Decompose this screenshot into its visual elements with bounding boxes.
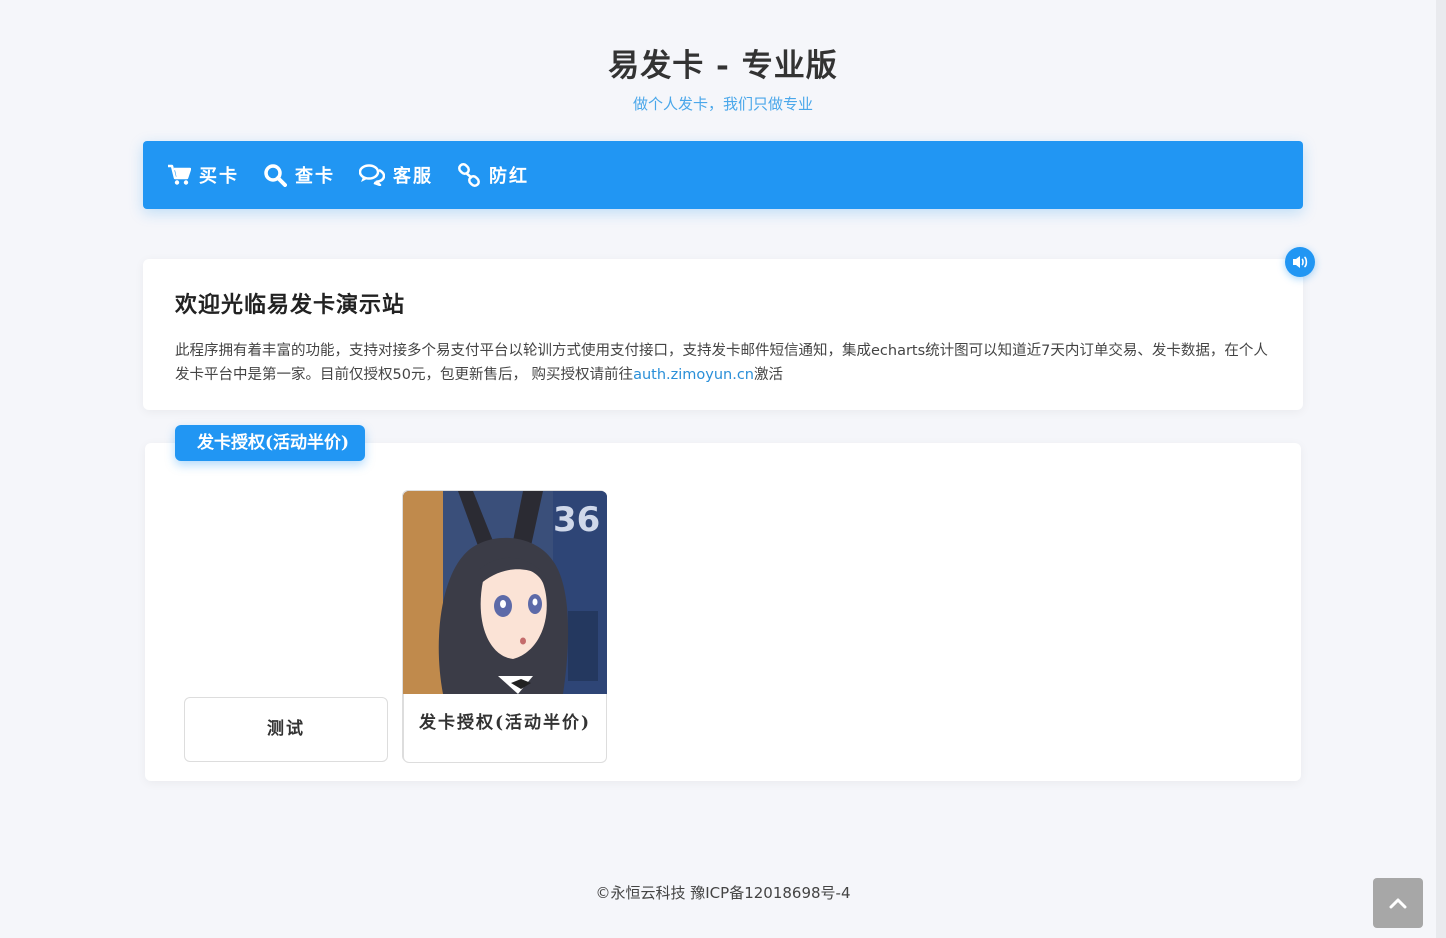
cart-icon xyxy=(168,164,191,185)
back-to-top-button[interactable] xyxy=(1373,878,1423,928)
notice-body: 此程序拥有着丰富的功能，支持对接多个易支付平台以轮训方式使用支付接口，支持发卡邮… xyxy=(175,339,1271,387)
link-icon xyxy=(458,163,480,187)
nav-anti-red-label: 防红 xyxy=(489,166,529,187)
nav-buy-label: 买卡 xyxy=(199,166,239,187)
nav-query-label: 查卡 xyxy=(295,166,335,187)
product-card-label[interactable]: 测试 xyxy=(184,697,388,762)
product-card[interactable]: 测试 xyxy=(184,490,388,762)
nav-support-label: 客服 xyxy=(393,166,433,187)
search-icon xyxy=(264,164,287,187)
site-subtitle: 做个人发卡，我们只做专业 xyxy=(632,95,813,113)
svg-text:36: 36 xyxy=(553,500,600,540)
nav-buy-card[interactable]: 买卡 xyxy=(167,162,239,188)
site-title: 易发卡 - 专业版 xyxy=(608,48,838,84)
main-navbar: 买卡 查卡 客服 防红 xyxy=(143,141,1303,209)
nav-query-card[interactable]: 查卡 xyxy=(263,162,335,188)
footer-copyright: ©永恒云科技 豫ICP备12018698号-4 xyxy=(595,884,851,902)
chevron-up-icon xyxy=(1389,898,1407,909)
music-toggle-button[interactable] xyxy=(1285,247,1315,277)
speaker-icon xyxy=(1293,256,1308,268)
welcome-notice: 欢迎光临易发卡演示站 此程序拥有着丰富的功能，支持对接多个易支付平台以轮训方式使… xyxy=(143,259,1303,410)
product-card[interactable]: 36 发卡授权(活动半价) xyxy=(402,490,607,763)
anime-girl-image: 36 xyxy=(403,491,607,694)
nav-support[interactable]: 客服 xyxy=(359,162,433,188)
product-card-label[interactable]: 发卡授权(活动半价) xyxy=(403,694,607,763)
nav-anti-red[interactable]: 防红 xyxy=(457,162,529,188)
page-scrollbar[interactable] xyxy=(1436,0,1446,938)
chat-icon xyxy=(359,164,385,186)
category-tag: 发卡授权(活动半价) xyxy=(175,425,366,461)
auth-link[interactable]: auth.zimoyun.cn xyxy=(633,367,754,383)
notice-title: 欢迎光临易发卡演示站 xyxy=(175,292,406,318)
product-thumbnail[interactable]: 36 xyxy=(403,491,607,694)
notice-body-suffix: 激活 xyxy=(754,367,783,383)
